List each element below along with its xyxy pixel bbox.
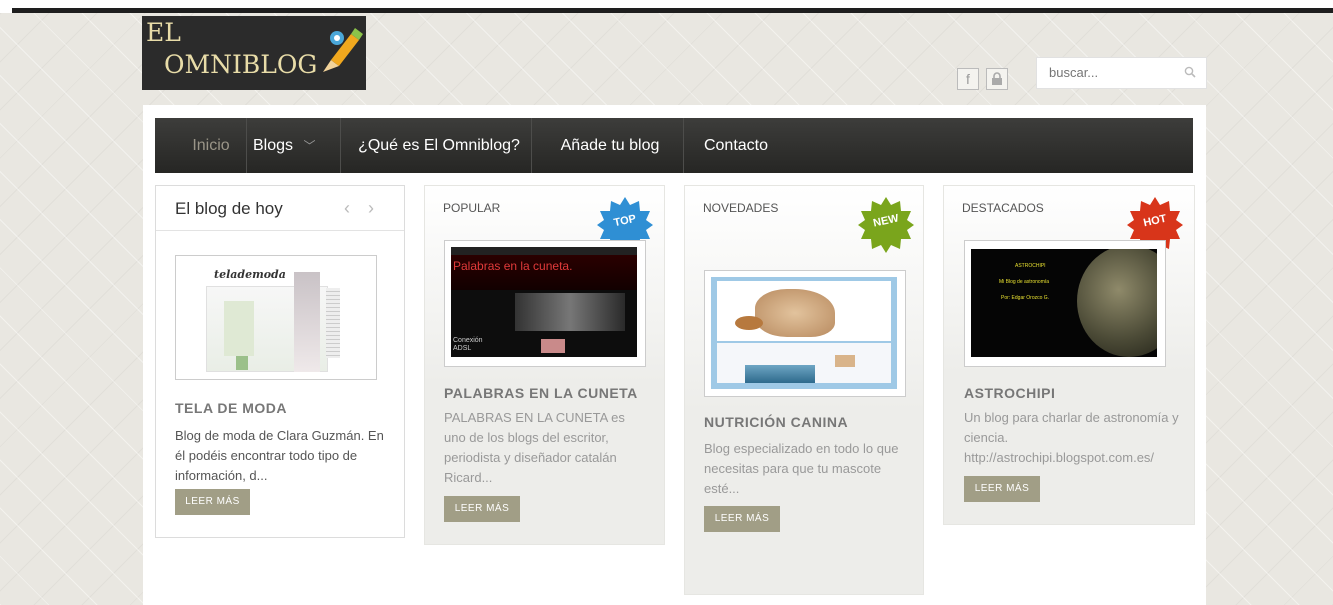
nav-item-que-es[interactable]: ¿Qué es El Omniblog? bbox=[347, 118, 531, 173]
main-nav: Inicio Blogs ﹀ ¿Qué es El Omniblog? Añad… bbox=[155, 118, 1193, 173]
nav-item-blogs[interactable]: Blogs ﹀ bbox=[253, 118, 331, 173]
novedades-description: Blog especializado en todo lo que necesi… bbox=[704, 441, 899, 496]
search-icon[interactable] bbox=[1184, 66, 1196, 78]
facebook-icon[interactable]: f bbox=[957, 68, 979, 90]
today-read-more-button[interactable]: LEER MÁS bbox=[175, 489, 250, 515]
today-heading: El blog de hoy bbox=[175, 199, 283, 218]
destacados-tag: DESTACADOS bbox=[962, 201, 1044, 215]
logo-line1: EL bbox=[146, 18, 181, 47]
popular-tag: POPULAR bbox=[443, 201, 501, 215]
novedades-read-more-button[interactable]: LEER MÁS bbox=[704, 506, 780, 532]
today-card: El blog de hoy ‹ › telademoda TELA DE MO… bbox=[155, 185, 405, 538]
popular-thumbnail[interactable]: Palabras en la cuneta. Conexión ADSL bbox=[444, 240, 646, 367]
today-thumbnail[interactable]: telademoda bbox=[175, 255, 377, 380]
novedades-thumbnail[interactable] bbox=[704, 270, 906, 397]
novedades-tag: NOVEDADES bbox=[703, 201, 779, 215]
nav-item-blogs-label: Blogs bbox=[253, 137, 294, 154]
novedades-card: NOVEDADES NEW NUTRICIÓN CANINA Blog espe… bbox=[684, 185, 924, 595]
nav-item-inicio[interactable]: Inicio bbox=[175, 118, 247, 173]
pencil-icon bbox=[323, 28, 363, 72]
destacados-card: DESTACADOS HOT ASTROCHIPI Mi Blog de ast… bbox=[943, 185, 1195, 525]
nav-item-anade-blog[interactable]: Añade tu blog bbox=[537, 118, 683, 173]
today-title[interactable]: TELA DE MODA bbox=[175, 400, 287, 416]
destacados-title[interactable]: ASTROCHIPI bbox=[964, 385, 1055, 401]
search-box bbox=[1036, 57, 1207, 89]
popular-title[interactable]: PALABRAS EN LA CUNETA bbox=[444, 385, 638, 401]
top-border bbox=[0, 0, 1333, 13]
destacados-read-more-button[interactable]: LEER MÁS bbox=[964, 476, 1040, 502]
popular-card: POPULAR TOP Palabras en la cuneta. Conex… bbox=[424, 185, 665, 545]
today-description: Blog de moda de Clara Guzmán. En él podé… bbox=[175, 428, 384, 483]
chevron-down-icon: ﹀ bbox=[303, 139, 316, 153]
nav-item-contacto[interactable]: Contacto bbox=[689, 118, 783, 173]
prev-arrow-icon[interactable]: ‹ bbox=[344, 198, 350, 219]
popular-read-more-button[interactable]: LEER MÁS bbox=[444, 496, 520, 522]
site-logo[interactable]: EL OMNIBLOG bbox=[142, 16, 366, 90]
logo-line2: OMNIBLOG bbox=[164, 50, 318, 79]
destacados-description: Un blog para charlar de astronomía y cie… bbox=[964, 410, 1179, 465]
novedades-title[interactable]: NUTRICIÓN CANINA bbox=[704, 414, 848, 430]
lock-icon[interactable] bbox=[986, 68, 1008, 90]
next-arrow-icon[interactable]: › bbox=[368, 198, 374, 219]
popular-description: PALABRAS EN LA CUNETA es uno de los blog… bbox=[444, 410, 625, 485]
destacados-thumbnail[interactable]: ASTROCHIPI Mi Blog de astronomía Por: Ed… bbox=[964, 240, 1166, 367]
search-input[interactable] bbox=[1037, 58, 1169, 86]
